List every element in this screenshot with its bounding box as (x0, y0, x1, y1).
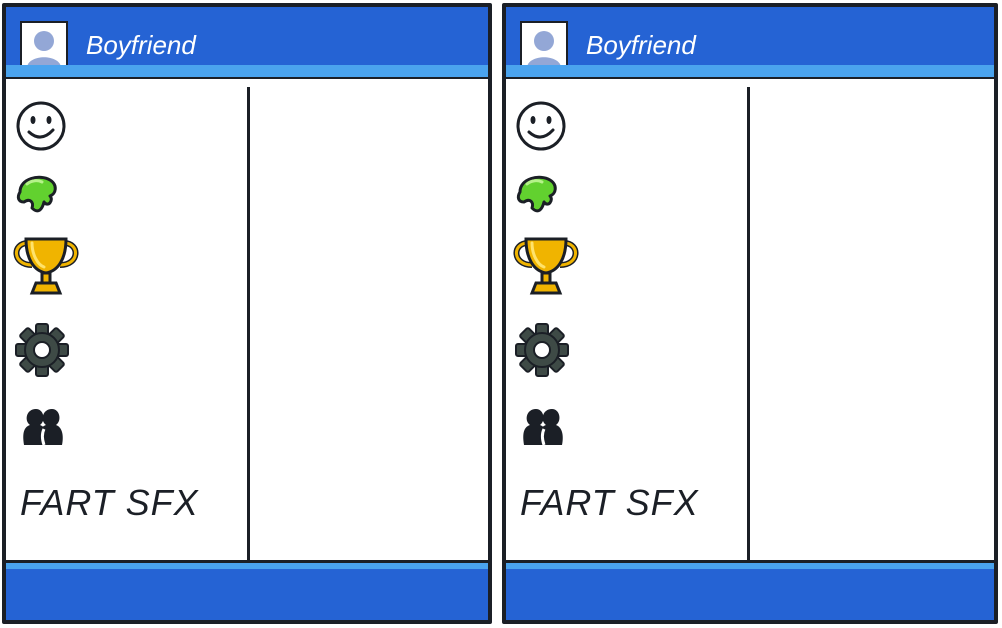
footer-stripe (506, 563, 994, 569)
window-footer (6, 560, 488, 620)
content-area (750, 87, 994, 560)
content-area (250, 87, 488, 560)
header-stripe (6, 65, 488, 77)
couple-silhouette-icon[interactable] (20, 405, 66, 447)
window-header: Boyfriend (6, 7, 488, 79)
fart-sfx-button[interactable]: FART SFX (20, 482, 199, 524)
gear-icon[interactable] (14, 322, 70, 378)
trophy-icon[interactable] (508, 235, 584, 297)
window-title: Boyfriend (586, 30, 696, 60)
footer-stripe (6, 563, 488, 569)
chat-window-right: Boyfriend FART SFX (502, 3, 998, 624)
green-leaf-icon[interactable] (514, 172, 560, 216)
sidebar-menu: FART SFX (6, 87, 250, 560)
green-leaf-icon[interactable] (14, 172, 60, 216)
window-footer (506, 560, 994, 620)
avatar[interactable] (520, 21, 568, 69)
gear-icon[interactable] (514, 322, 570, 378)
header-stripe (506, 65, 994, 77)
chat-window-left: Boyfriend FART SFX (2, 3, 492, 624)
avatar-placeholder-icon (522, 23, 566, 67)
sidebar-menu: FART SFX (506, 87, 750, 560)
window-title: Boyfriend (86, 30, 196, 60)
smiley-face-icon[interactable] (514, 99, 568, 153)
avatar[interactable] (20, 21, 68, 69)
avatar-placeholder-icon (22, 23, 66, 67)
fart-sfx-button[interactable]: FART SFX (520, 482, 699, 524)
couple-silhouette-icon[interactable] (520, 405, 566, 447)
window-header: Boyfriend (506, 7, 994, 79)
trophy-icon[interactable] (8, 235, 84, 297)
smiley-face-icon[interactable] (14, 99, 68, 153)
